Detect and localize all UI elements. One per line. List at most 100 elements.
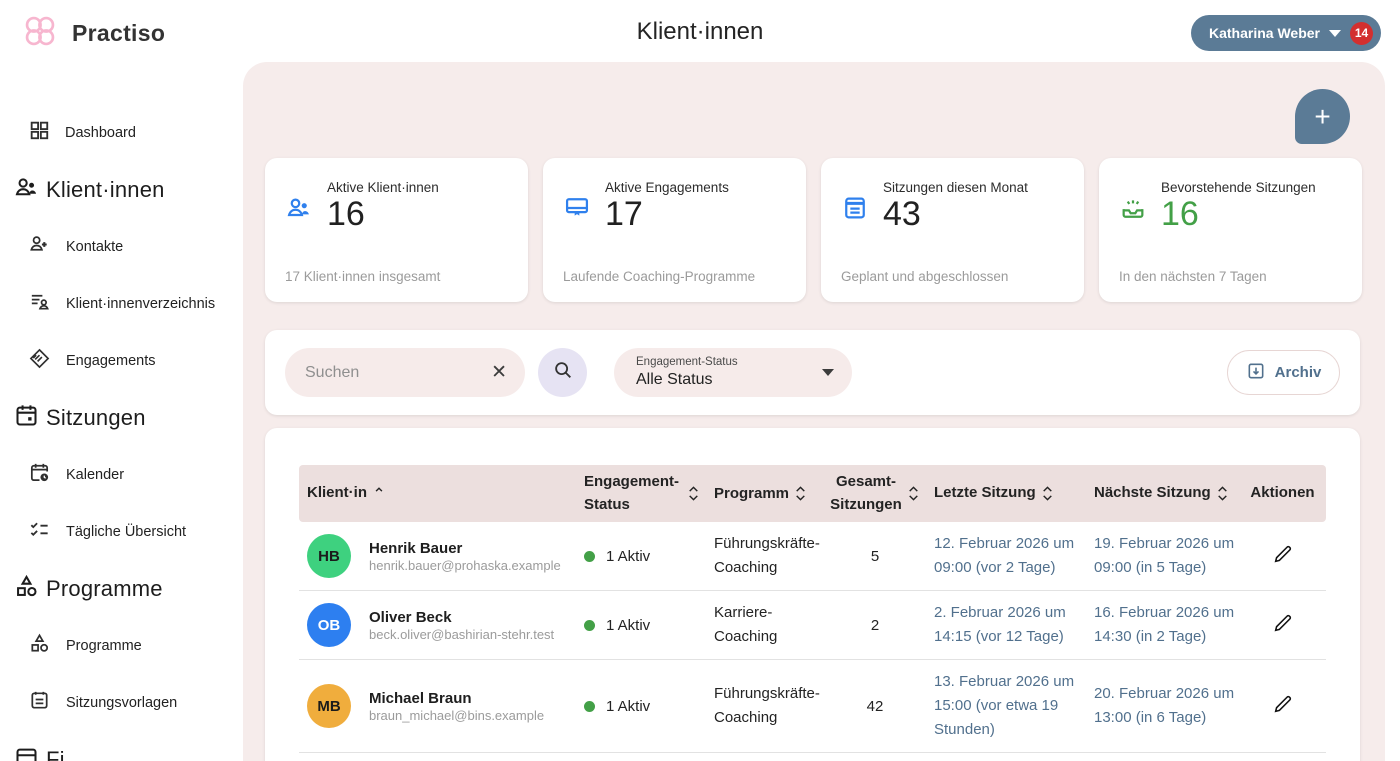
avatar: MB [307,684,351,728]
stat-value: 17 [605,197,729,233]
column-header-letzte-sitzung[interactable]: Letzte Sitzung [926,476,1086,511]
sort-icon [687,485,700,502]
table-row[interactable]: HB Henrik Bauer henrik.bauer@prohaska.ex… [299,522,1326,591]
stat-subtitle: In den nächsten 7 Tagen [1119,269,1267,284]
column-header-gesamt-sitzungen[interactable]: Gesamt-Sitzungen [822,465,926,522]
sort-icon [907,485,920,502]
clear-search-icon[interactable]: ✕ [489,361,509,384]
sidebar-item-kontakte[interactable]: Kontakte [0,218,243,275]
stat-subtitle: 17 Klient·innen insgesamt [285,269,440,284]
stat-value: 16 [327,197,439,233]
sort-icon [1216,485,1229,502]
client-email: braun_michael@bins.example [369,708,544,723]
edit-button[interactable] [1272,612,1294,634]
stats-row: Aktive Klient·innen 16 17 Klient·innen i… [265,158,1362,302]
sidebar-item-kalender[interactable]: Kalender [0,446,243,503]
sidebar-item-label: Klient·innenverzeichnis [66,296,215,312]
program-cell: Führungskräfte-Coaching [706,532,822,580]
last-session-link[interactable]: 12. Februar 2026 um 09:00 (vor 2 Tage) [926,532,1086,580]
sidebar-item-label: Sitzungsvorlagen [66,695,177,711]
status-text: 1 Aktiv [606,617,650,634]
client-email: beck.oliver@bashirian-stehr.test [369,627,554,642]
sidebar-item-taegliche-uebersicht[interactable]: Tägliche Übersicht [0,503,243,560]
search-button[interactable] [538,348,587,397]
next-session-link[interactable]: 20. Februar 2026 um 13:00 (in 6 Tage) [1086,682,1245,730]
sidebar-section-label: Fi [46,747,65,761]
table-row[interactable]: OB Oliver Beck beck.oliver@bashirian-ste… [299,591,1326,660]
status-dot [584,701,595,712]
total-sessions-cell: 42 [822,698,926,715]
chevron-down-icon [822,369,834,376]
edit-button[interactable] [1272,543,1294,565]
stat-card-active-clients: Aktive Klient·innen 16 17 Klient·innen i… [265,158,528,302]
select-value: Alle Status [636,370,822,390]
last-session-link[interactable]: 13. Februar 2026 um 15:00 (vor etwa 19 S… [926,670,1086,742]
user-name: Katharina Weber [1209,25,1320,41]
last-session-link[interactable]: 2. Februar 2026 um 14:15 (vor 12 Tage) [926,601,1086,649]
note-icon [841,194,869,227]
table-header-row: Klient·in Engagement-Status Programm Ge [299,465,1326,522]
tray-icon [1119,194,1147,227]
notification-badge: 14 [1350,22,1373,45]
archive-button[interactable]: Archiv [1227,350,1340,395]
people-icon [285,194,313,227]
template-icon [28,689,51,717]
stat-label: Bevorstehende Sitzungen [1161,180,1316,195]
edit-button[interactable] [1272,693,1294,715]
brand-name: Practiso [72,20,165,47]
stat-value: 43 [883,197,1028,233]
total-sessions-cell: 2 [822,617,926,634]
client-name: Henrik Bauer [369,539,561,559]
stat-card-active-engagements: Aktive Engagements 17 Laufende Coaching-… [543,158,806,302]
engagement-status-select[interactable]: Engagement-Status Alle Status [614,348,852,397]
sidebar-section-klientinnen[interactable]: Klient·innen [0,161,243,218]
practiso-logo-icon [22,13,58,54]
sidebar-item-programme[interactable]: Programme [0,617,243,674]
dashboard-icon [28,119,50,146]
table-row[interactable] [299,753,1326,761]
stat-label: Aktive Klient·innen [327,180,439,195]
avatar: OB [307,603,351,647]
search-icon [552,359,574,386]
program-cell: Karriere-Coaching [706,601,822,649]
total-sessions-cell: 5 [822,548,926,565]
main-content-panel: + Aktive Klient·innen 16 17 Klient·innen… [243,62,1385,761]
avatar: HB [307,534,351,578]
next-session-link[interactable]: 16. Februar 2026 um 14:30 (in 2 Tage) [1086,601,1245,649]
calendar-clock-icon [28,461,51,489]
column-header-klientin[interactable]: Klient·in [299,476,576,511]
column-header-naechste-sitzung[interactable]: Nächste Sitzung [1086,476,1245,511]
sidebar-section-programme[interactable]: Programme [0,560,243,617]
sidebar-item-dashboard[interactable]: Dashboard [0,104,243,161]
sort-icon [794,485,807,502]
sidebar-section-finanzen-partial[interactable]: Fi [0,731,243,761]
sidebar-section-sitzungen[interactable]: Sitzungen [0,389,243,446]
sidebar-item-label: Kontakte [66,239,123,255]
app-header: Practiso Klient·innen Katharina Weber 14 [0,0,1400,62]
stat-label: Sitzungen diesen Monat [883,180,1028,195]
client-email: henrik.bauer@prohaska.example [369,558,561,573]
sidebar-item-klientinnenverzeichnis[interactable]: Klient·innenverzeichnis [0,275,243,332]
chevron-down-icon [1329,30,1341,37]
shapes-icon [28,632,51,660]
column-header-programm[interactable]: Programm [706,476,822,512]
sidebar-section-label: Sitzungen [46,405,146,431]
status-dot [584,551,595,562]
sidebar-item-sitzungsvorlagen[interactable]: Sitzungsvorlagen [0,674,243,731]
add-client-button[interactable]: + [1295,89,1350,144]
brand[interactable]: Practiso [22,13,165,54]
stat-subtitle: Geplant und abgeschlossen [841,269,1008,284]
sidebar-item-engagements[interactable]: Engagements [0,332,243,389]
board-icon [563,194,591,227]
column-header-engagement-status[interactable]: Engagement-Status [576,465,706,522]
search-input[interactable] [305,364,489,382]
stat-card-sessions-this-month: Sitzungen diesen Monat 43 Geplant und ab… [821,158,1084,302]
select-label: Engagement-Status [636,355,822,369]
user-menu-button[interactable]: Katharina Weber 14 [1191,15,1381,51]
table-row[interactable]: MB Michael Braun braun_michael@bins.exam… [299,660,1326,753]
next-session-link[interactable]: 19. Februar 2026 um 09:00 (in 5 Tage) [1086,532,1245,580]
archive-label: Archiv [1275,364,1322,381]
search-field[interactable]: ✕ [285,348,525,397]
client-name: Michael Braun [369,689,544,709]
page-title: Klient·innen [637,18,764,46]
